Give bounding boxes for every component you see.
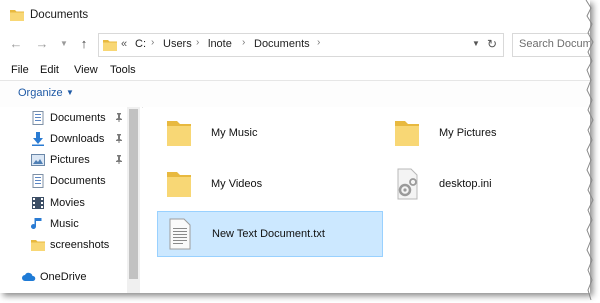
- menu-view[interactable]: View: [74, 64, 98, 76]
- forward-button[interactable]: →: [34, 36, 50, 52]
- nav-scrollbar[interactable]: [127, 107, 140, 293]
- breadcrumb-user-folder[interactable]: lnote: [208, 38, 232, 50]
- sidebar-item-pictures[interactable]: Pictures: [0, 150, 140, 170]
- file-list: My Music My Pictures My Videos desktop.i…: [143, 107, 590, 293]
- address-row: ← → ▼ ↑ « C: › Users › lnote › Documents…: [0, 32, 590, 58]
- forward-arrow-icon: →: [35, 36, 49, 51]
- sidebar-item-label: OneDrive: [40, 271, 87, 283]
- chevron-down-icon[interactable]: ▼: [66, 88, 74, 97]
- menu-edit[interactable]: Edit: [40, 64, 59, 76]
- navigation-pane: Documents Downloads Pictures Documents M…: [0, 107, 142, 293]
- address-bar[interactable]: « C: › Users › lnote › Documents › ▼ ↻: [98, 33, 504, 57]
- documents-icon: [32, 174, 44, 188]
- sidebar-item-label: Pictures: [50, 154, 90, 166]
- menu-bar: File Edit View Tools: [0, 60, 590, 80]
- chevron-down-icon: ▼: [60, 39, 68, 48]
- up-button[interactable]: ↑: [76, 36, 92, 52]
- sidebar-item-label: Movies: [50, 197, 85, 209]
- sidebar-item-screenshots[interactable]: screenshots: [0, 235, 140, 255]
- text-file-icon: [169, 218, 191, 250]
- onedrive-icon: [22, 272, 36, 281]
- command-bar: Organize ▼: [0, 80, 590, 108]
- organize-button[interactable]: Organize: [18, 87, 63, 99]
- folder-icon: [10, 10, 24, 21]
- movies-icon: [32, 197, 44, 209]
- title-bar: Documents: [0, 0, 590, 30]
- file-item-my-videos[interactable]: My Videos: [157, 162, 381, 206]
- file-name: My Pictures: [439, 127, 497, 139]
- up-arrow-icon: ↑: [80, 36, 88, 51]
- menu-tools[interactable]: Tools: [110, 64, 136, 76]
- back-button[interactable]: ←: [8, 36, 24, 52]
- search-box[interactable]: [512, 33, 590, 57]
- file-name: My Music: [211, 127, 258, 139]
- menu-file[interactable]: File: [11, 64, 29, 76]
- file-name: desktop.ini: [439, 178, 492, 190]
- pin-icon[interactable]: [114, 133, 124, 143]
- file-name: New Text Document.txt: [212, 228, 325, 240]
- folder-icon: [395, 121, 419, 146]
- sidebar-item-music[interactable]: Music: [0, 214, 140, 234]
- sidebar-item-documents-pinned[interactable]: Documents: [0, 108, 140, 128]
- sidebar-item-movies[interactable]: Movies: [0, 193, 140, 213]
- pin-icon[interactable]: [114, 112, 124, 122]
- downloads-icon: [32, 132, 44, 146]
- documents-icon: [32, 111, 44, 125]
- pictures-icon: [31, 154, 45, 166]
- folder-icon: [31, 240, 45, 251]
- breadcrumb-documents[interactable]: Documents: [254, 38, 310, 50]
- breadcrumb-separator[interactable]: ›: [242, 37, 245, 48]
- breadcrumb-separator[interactable]: ›: [151, 37, 154, 48]
- explorer-window: Documents ← → ▼ ↑ « C: › Users › lnote ›…: [0, 0, 590, 293]
- file-item-my-music[interactable]: My Music: [157, 111, 381, 155]
- address-dropdown-icon[interactable]: ▼: [472, 39, 480, 48]
- breadcrumb-overflow[interactable]: «: [121, 38, 127, 50]
- sidebar-item-label: Documents: [50, 175, 106, 187]
- breadcrumb-separator[interactable]: ›: [196, 37, 199, 48]
- recent-locations-button[interactable]: ▼: [56, 36, 72, 52]
- folder-icon: [103, 40, 117, 51]
- sidebar-item-label: Music: [50, 218, 79, 230]
- sidebar-item-label: Downloads: [50, 133, 105, 145]
- sidebar-item-downloads[interactable]: Downloads: [0, 129, 140, 149]
- file-item-my-pictures[interactable]: My Pictures: [385, 111, 585, 155]
- folder-icon: [167, 172, 191, 197]
- pin-icon[interactable]: [114, 154, 124, 164]
- settings-file-icon: [397, 168, 418, 200]
- sidebar-item-label: screenshots: [50, 239, 110, 251]
- search-input[interactable]: [513, 34, 590, 54]
- window-title: Documents: [30, 9, 89, 21]
- sidebar-item-onedrive[interactable]: OneDrive: [0, 267, 140, 287]
- file-item-new-text-document[interactable]: New Text Document.txt: [157, 211, 383, 257]
- back-arrow-icon: ←: [9, 36, 23, 51]
- breadcrumb-separator[interactable]: ›: [317, 37, 320, 48]
- scrollbar-thumb[interactable]: [129, 109, 138, 279]
- file-name: My Videos: [211, 178, 263, 190]
- breadcrumb-drive[interactable]: C:: [135, 38, 146, 50]
- sidebar-item-label: Documents: [50, 112, 106, 124]
- sidebar-item-documents[interactable]: Documents: [0, 171, 140, 191]
- refresh-icon[interactable]: ↻: [487, 37, 497, 51]
- breadcrumb-users[interactable]: Users: [163, 38, 192, 50]
- file-item-desktop-ini[interactable]: desktop.ini: [385, 162, 585, 206]
- music-icon: [31, 218, 42, 229]
- folder-icon: [167, 121, 191, 146]
